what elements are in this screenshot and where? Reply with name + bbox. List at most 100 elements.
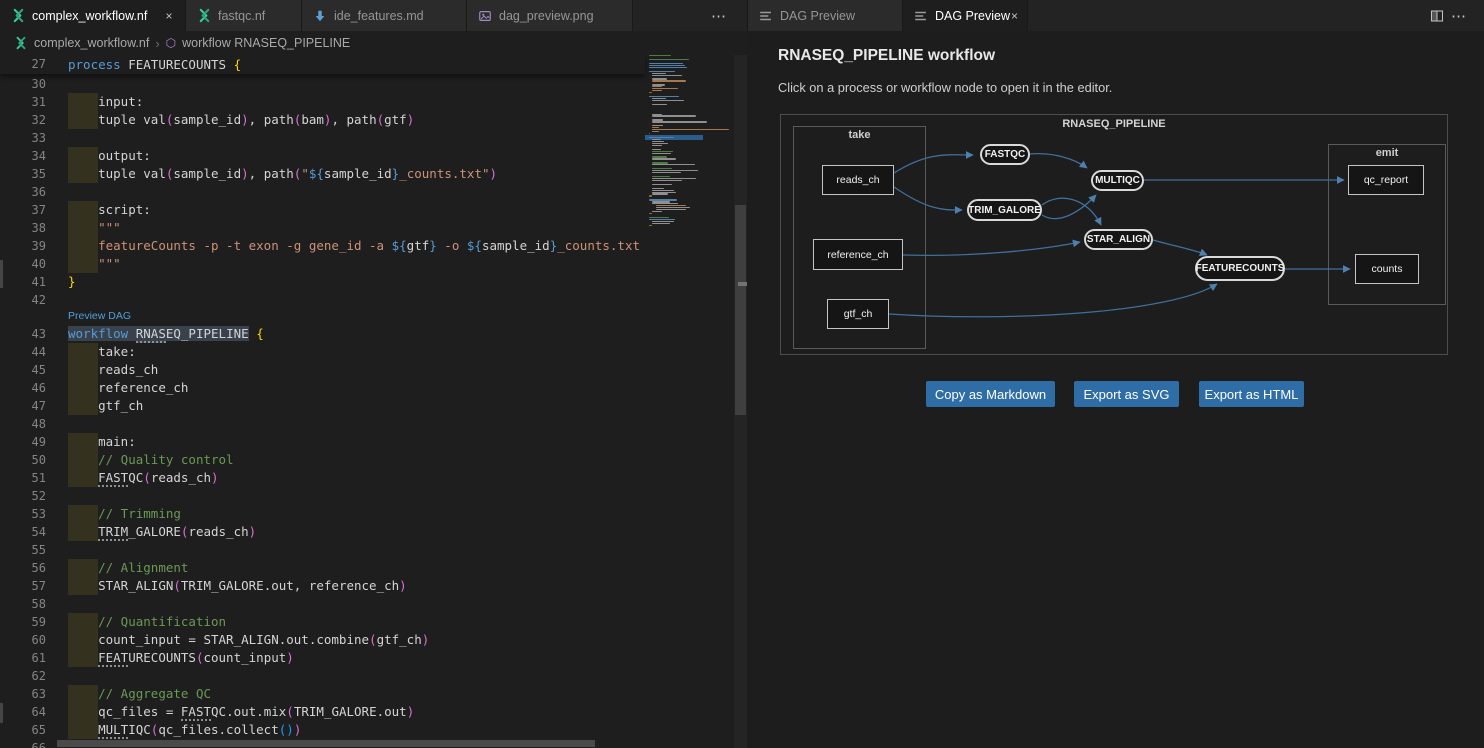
breadcrumb-symbol[interactable]: workflow RNASEQ_PIPELINE — [182, 36, 350, 50]
code-token: ( — [286, 704, 294, 719]
code-text: gtf_ch — [68, 397, 645, 415]
code-token: FAST — [181, 704, 211, 721]
code-text: reference_ch — [68, 379, 645, 397]
minimap-line — [649, 195, 652, 196]
line-number: 62 — [0, 667, 46, 685]
code-token: _counts.txt — [557, 238, 645, 253]
export-as-html-button[interactable]: Export as HTML — [1199, 381, 1304, 407]
code-line-32: 32 tuple val(sample_id), path(bam), path… — [0, 111, 645, 129]
code-line-34: 34 output: — [0, 147, 645, 165]
code-token: { — [256, 326, 264, 341]
code-lens-preview-dag-link[interactable]: Preview DAG — [68, 310, 131, 322]
tab-right-dag-preview[interactable]: DAG Preview — [748, 0, 903, 31]
code-token: ${ — [392, 238, 407, 253]
dag-node-gtf_ch[interactable]: gtf_ch — [827, 299, 889, 329]
line-number: 37 — [0, 201, 46, 219]
dag-node-MULTIQC[interactable]: MULTIQC — [1091, 170, 1144, 191]
code-token: sample_id — [173, 166, 241, 181]
line-number: 50 — [0, 451, 46, 469]
tab-right-dag-preview[interactable]: DAG Preview× — [903, 0, 1028, 31]
code-token: ) — [407, 704, 415, 719]
code-lens-row: Preview DAG — [0, 309, 645, 325]
dag-edge-TRIM_GALORE-to-STAR_ALIGN — [1042, 198, 1101, 225]
dag-node-reads_ch[interactable]: reads_ch — [822, 165, 894, 195]
tab-dag_preview-png[interactable]: dag_preview.png — [467, 0, 633, 31]
dag-node-FASTQC[interactable]: FASTQC — [980, 144, 1030, 165]
code-token: qc_files.collect — [158, 722, 278, 737]
code-line-52: 52 — [0, 487, 645, 505]
code-text: // Quantification — [68, 613, 645, 631]
code-token: gtf_ch — [377, 632, 422, 647]
tab-ide_features-md[interactable]: ide_features.md — [302, 0, 467, 31]
preview-icon — [758, 8, 774, 24]
minimap-line — [652, 121, 706, 122]
code-token: _counts.txt" — [399, 166, 489, 181]
minimap-line — [652, 193, 668, 194]
minimap[interactable] — [645, 55, 733, 748]
code-token — [68, 524, 98, 539]
split-editor-icon[interactable] — [1426, 5, 1448, 27]
dag-node-qc_report[interactable]: qc_report — [1348, 165, 1424, 195]
code-line-63: 63 // Aggregate QC — [0, 685, 645, 703]
code-token: sample_id — [173, 112, 241, 127]
code-token — [68, 506, 98, 521]
code-line-35: 35 tuple val(sample_id), path("${sample_… — [0, 165, 645, 183]
code-token: ) — [249, 524, 257, 539]
code-token: RNAS — [136, 326, 166, 343]
minimap-line — [652, 164, 695, 165]
code-token: process — [68, 57, 121, 72]
minimap-line — [652, 223, 670, 224]
dag-node-FEATURECOUNTS[interactable]: FEATURECOUNTS — [1195, 256, 1285, 281]
line-number: 65 — [0, 721, 46, 739]
export-as-svg-button[interactable]: Export as SVG — [1074, 381, 1179, 407]
minimap-line — [652, 98, 666, 99]
dag-edge-reference_ch-to-STAR_ALIGN — [903, 242, 1080, 255]
panel-title: RNASEQ_PIPELINE workflow — [778, 47, 995, 65]
more-actions-icon[interactable]: ⋯ — [1448, 5, 1470, 27]
tab-fastqc-nf[interactable]: fastqc.nf — [186, 0, 302, 31]
panel-subtitle: Click on a process or workflow node to o… — [778, 80, 1112, 95]
dag-node-TRIM_GALORE[interactable]: TRIM_GALORE — [967, 199, 1042, 221]
code-text: workflow RNASEQ_PIPELINE { — [68, 325, 645, 343]
code-token: script: — [98, 202, 151, 217]
code-text: featureCounts -p -t exon -g gene_id -a $… — [68, 237, 645, 255]
sticky-scroll-line[interactable]: 27process FEATURECOUNTS { — [0, 55, 645, 74]
dag-node-reference_ch[interactable]: reference_ch — [813, 239, 903, 270]
gutter-decoration — [0, 260, 3, 288]
code-token: ) — [286, 650, 294, 665]
code-token: output: — [98, 148, 151, 163]
close-icon[interactable]: × — [1010, 9, 1019, 23]
code-text: // Aggregate QC — [68, 685, 645, 703]
code-token: featureCounts -p -t exon -g gene_id -a — [98, 238, 392, 253]
copy-as-markdown-button[interactable]: Copy as Markdown — [926, 381, 1055, 407]
code-token — [68, 686, 98, 701]
line-number: 47 — [0, 397, 46, 415]
minimap-line — [652, 221, 674, 222]
overview-ruler-mark — [738, 282, 747, 286]
code-text: output: — [68, 147, 645, 165]
breadcrumb-file[interactable]: complex_workflow.nf — [34, 36, 149, 50]
minimap-line — [652, 176, 670, 177]
line-number: 51 — [0, 469, 46, 487]
dag-node-counts[interactable]: counts — [1355, 254, 1419, 284]
code-line-56: 56 // Alignment — [0, 559, 645, 577]
code-token — [68, 398, 98, 413]
code-text: FASTQC(reads_ch) — [68, 469, 645, 487]
tab-complex_workflow-nf[interactable]: complex_workflow.nf× — [0, 0, 186, 31]
minimap-line — [649, 59, 689, 60]
close-icon[interactable]: × — [161, 9, 177, 23]
code-editor[interactable]: 3031 input:32 tuple val(sample_id), path… — [0, 55, 747, 748]
horizontal-scrollbar-thumb[interactable] — [57, 740, 595, 747]
line-number: 32 — [0, 111, 46, 129]
code-token: STAR_ALIGN — [98, 578, 173, 593]
dag-node-STAR_ALIGN[interactable]: STAR_ALIGN — [1084, 229, 1153, 250]
code-token: ) — [407, 112, 415, 127]
code-line-55: 55 — [0, 541, 645, 559]
gutter-decoration — [0, 703, 3, 723]
code-line-45: 45 reads_ch — [0, 361, 645, 379]
more-actions-icon[interactable]: ⋯ — [708, 5, 730, 27]
code-token: MULT — [98, 722, 128, 739]
code-token — [68, 614, 98, 629]
code-token — [68, 220, 98, 235]
vertical-scrollbar-thumb[interactable] — [735, 205, 746, 415]
